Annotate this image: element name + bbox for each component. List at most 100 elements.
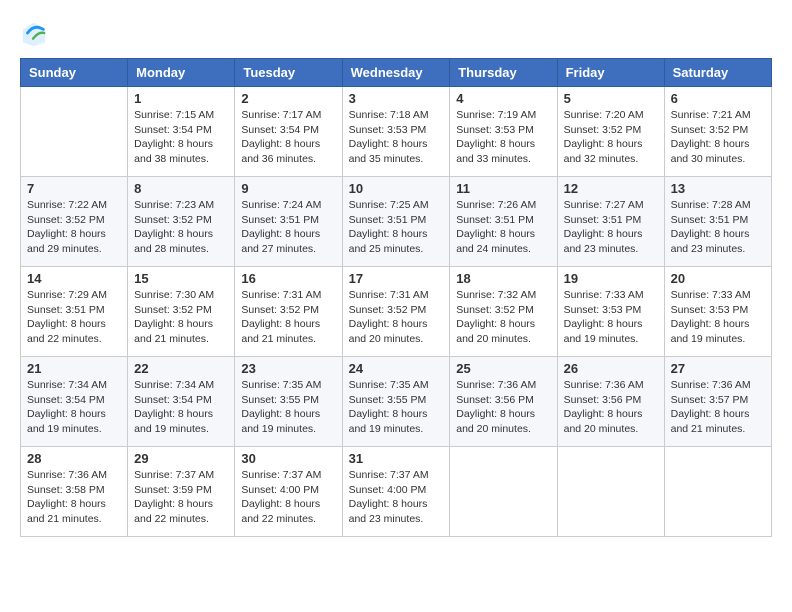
- day-info: Sunrise: 7:34 AM Sunset: 3:54 PM Dayligh…: [134, 378, 228, 437]
- calendar-cell: 11 Sunrise: 7:26 AM Sunset: 3:51 PM Dayli…: [450, 177, 557, 267]
- day-info: Sunrise: 7:36 AM Sunset: 3:56 PM Dayligh…: [456, 378, 550, 437]
- day-info: Sunrise: 7:25 AM Sunset: 3:51 PM Dayligh…: [349, 198, 444, 257]
- calendar-cell: 13 Sunrise: 7:28 AM Sunset: 3:51 PM Dayli…: [664, 177, 771, 267]
- day-info: Sunrise: 7:36 AM Sunset: 3:57 PM Dayligh…: [671, 378, 765, 437]
- calendar-cell: 19 Sunrise: 7:33 AM Sunset: 3:53 PM Dayli…: [557, 267, 664, 357]
- day-number: 27: [671, 361, 765, 376]
- week-row-4: 21 Sunrise: 7:34 AM Sunset: 3:54 PM Dayli…: [21, 357, 772, 447]
- day-info: Sunrise: 7:33 AM Sunset: 3:53 PM Dayligh…: [564, 288, 658, 347]
- calendar-cell: 29 Sunrise: 7:37 AM Sunset: 3:59 PM Dayli…: [128, 447, 235, 537]
- calendar-cell: [557, 447, 664, 537]
- day-number: 2: [241, 91, 335, 106]
- weekday-header-thursday: Thursday: [450, 59, 557, 87]
- calendar-cell: 22 Sunrise: 7:34 AM Sunset: 3:54 PM Dayli…: [128, 357, 235, 447]
- day-info: Sunrise: 7:31 AM Sunset: 3:52 PM Dayligh…: [241, 288, 335, 347]
- day-number: 30: [241, 451, 335, 466]
- day-number: 17: [349, 271, 444, 286]
- week-row-1: 1Sunrise: 7:15 AM Sunset: 3:54 PM Daylig…: [21, 87, 772, 177]
- day-info: Sunrise: 7:30 AM Sunset: 3:52 PM Dayligh…: [134, 288, 228, 347]
- day-info: Sunrise: 7:23 AM Sunset: 3:52 PM Dayligh…: [134, 198, 228, 257]
- calendar-cell: [450, 447, 557, 537]
- day-info: Sunrise: 7:24 AM Sunset: 3:51 PM Dayligh…: [241, 198, 335, 257]
- day-number: 26: [564, 361, 658, 376]
- day-number: 3: [349, 91, 444, 106]
- day-info: Sunrise: 7:28 AM Sunset: 3:51 PM Dayligh…: [671, 198, 765, 257]
- day-number: 9: [241, 181, 335, 196]
- day-info: Sunrise: 7:29 AM Sunset: 3:51 PM Dayligh…: [27, 288, 121, 347]
- week-row-5: 28 Sunrise: 7:36 AM Sunset: 3:58 PM Dayli…: [21, 447, 772, 537]
- calendar-cell: 16Sunrise: 7:31 AM Sunset: 3:52 PM Dayli…: [235, 267, 342, 357]
- day-info: Sunrise: 7:37 AM Sunset: 4:00 PM Dayligh…: [241, 468, 335, 527]
- day-info: Sunrise: 7:21 AM Sunset: 3:52 PM Dayligh…: [671, 108, 765, 167]
- calendar-cell: 17 Sunrise: 7:31 AM Sunset: 3:52 PM Dayli…: [342, 267, 450, 357]
- week-row-3: 14 Sunrise: 7:29 AM Sunset: 3:51 PM Dayli…: [21, 267, 772, 357]
- day-info: Sunrise: 7:18 AM Sunset: 3:53 PM Dayligh…: [349, 108, 444, 167]
- calendar-cell: 10 Sunrise: 7:25 AM Sunset: 3:51 PM Dayli…: [342, 177, 450, 267]
- day-number: 20: [671, 271, 765, 286]
- day-number: 19: [564, 271, 658, 286]
- week-row-2: 7 Sunrise: 7:22 AM Sunset: 3:52 PM Daylig…: [21, 177, 772, 267]
- calendar-cell: [21, 87, 128, 177]
- day-info: Sunrise: 7:19 AM Sunset: 3:53 PM Dayligh…: [456, 108, 550, 167]
- day-number: 10: [349, 181, 444, 196]
- calendar-table: SundayMondayTuesdayWednesdayThursdayFrid…: [20, 58, 772, 537]
- day-number: 8: [134, 181, 228, 196]
- calendar-cell: 2 Sunrise: 7:17 AM Sunset: 3:54 PM Daylig…: [235, 87, 342, 177]
- day-info: Sunrise: 7:32 AM Sunset: 3:52 PM Dayligh…: [456, 288, 550, 347]
- calendar-cell: 4Sunrise: 7:19 AM Sunset: 3:53 PM Daylig…: [450, 87, 557, 177]
- day-info: Sunrise: 7:35 AM Sunset: 3:55 PM Dayligh…: [241, 378, 335, 437]
- day-number: 28: [27, 451, 121, 466]
- day-number: 31: [349, 451, 444, 466]
- day-number: 15: [134, 271, 228, 286]
- day-info: Sunrise: 7:22 AM Sunset: 3:52 PM Dayligh…: [27, 198, 121, 257]
- day-number: 22: [134, 361, 228, 376]
- day-number: 25: [456, 361, 550, 376]
- day-info: Sunrise: 7:27 AM Sunset: 3:51 PM Dayligh…: [564, 198, 658, 257]
- day-number: 14: [27, 271, 121, 286]
- day-info: Sunrise: 7:33 AM Sunset: 3:53 PM Dayligh…: [671, 288, 765, 347]
- weekday-header-friday: Friday: [557, 59, 664, 87]
- day-number: 5: [564, 91, 658, 106]
- day-number: 23: [241, 361, 335, 376]
- calendar-cell: 23 Sunrise: 7:35 AM Sunset: 3:55 PM Dayli…: [235, 357, 342, 447]
- logo-icon: [20, 20, 48, 48]
- calendar-cell: 6 Sunrise: 7:21 AM Sunset: 3:52 PM Daylig…: [664, 87, 771, 177]
- weekday-header-sunday: Sunday: [21, 59, 128, 87]
- calendar-cell: 7 Sunrise: 7:22 AM Sunset: 3:52 PM Daylig…: [21, 177, 128, 267]
- calendar-cell: 21 Sunrise: 7:34 AM Sunset: 3:54 PM Dayli…: [21, 357, 128, 447]
- weekday-header-tuesday: Tuesday: [235, 59, 342, 87]
- calendar-cell: 24Sunrise: 7:35 AM Sunset: 3:55 PM Dayli…: [342, 357, 450, 447]
- day-info: Sunrise: 7:17 AM Sunset: 3:54 PM Dayligh…: [241, 108, 335, 167]
- day-number: 29: [134, 451, 228, 466]
- day-number: 21: [27, 361, 121, 376]
- day-number: 13: [671, 181, 765, 196]
- calendar-cell: 26 Sunrise: 7:36 AM Sunset: 3:56 PM Dayli…: [557, 357, 664, 447]
- day-info: Sunrise: 7:35 AM Sunset: 3:55 PM Dayligh…: [349, 378, 444, 437]
- page-header: [20, 20, 772, 48]
- day-info: Sunrise: 7:26 AM Sunset: 3:51 PM Dayligh…: [456, 198, 550, 257]
- day-number: 11: [456, 181, 550, 196]
- logo: [20, 20, 52, 48]
- calendar-cell: 20 Sunrise: 7:33 AM Sunset: 3:53 PM Dayli…: [664, 267, 771, 357]
- calendar-cell: 18 Sunrise: 7:32 AM Sunset: 3:52 PM Dayli…: [450, 267, 557, 357]
- calendar-cell: 9 Sunrise: 7:24 AM Sunset: 3:51 PM Daylig…: [235, 177, 342, 267]
- day-info: Sunrise: 7:37 AM Sunset: 4:00 PM Dayligh…: [349, 468, 444, 527]
- day-info: Sunrise: 7:37 AM Sunset: 3:59 PM Dayligh…: [134, 468, 228, 527]
- calendar-cell: 31 Sunrise: 7:37 AM Sunset: 4:00 PM Dayli…: [342, 447, 450, 537]
- calendar-cell: 14 Sunrise: 7:29 AM Sunset: 3:51 PM Dayli…: [21, 267, 128, 357]
- day-info: Sunrise: 7:15 AM Sunset: 3:54 PM Dayligh…: [134, 108, 228, 167]
- day-info: Sunrise: 7:36 AM Sunset: 3:56 PM Dayligh…: [564, 378, 658, 437]
- calendar-header-row: SundayMondayTuesdayWednesdayThursdayFrid…: [21, 59, 772, 87]
- calendar-cell: 8 Sunrise: 7:23 AM Sunset: 3:52 PM Daylig…: [128, 177, 235, 267]
- day-number: 18: [456, 271, 550, 286]
- day-number: 12: [564, 181, 658, 196]
- weekday-header-wednesday: Wednesday: [342, 59, 450, 87]
- day-info: Sunrise: 7:36 AM Sunset: 3:58 PM Dayligh…: [27, 468, 121, 527]
- calendar-cell: 12 Sunrise: 7:27 AM Sunset: 3:51 PM Dayli…: [557, 177, 664, 267]
- calendar-cell: 27 Sunrise: 7:36 AM Sunset: 3:57 PM Dayli…: [664, 357, 771, 447]
- day-number: 7: [27, 181, 121, 196]
- day-info: Sunrise: 7:31 AM Sunset: 3:52 PM Dayligh…: [349, 288, 444, 347]
- calendar-cell: 5Sunrise: 7:20 AM Sunset: 3:52 PM Daylig…: [557, 87, 664, 177]
- day-number: 6: [671, 91, 765, 106]
- day-info: Sunrise: 7:34 AM Sunset: 3:54 PM Dayligh…: [27, 378, 121, 437]
